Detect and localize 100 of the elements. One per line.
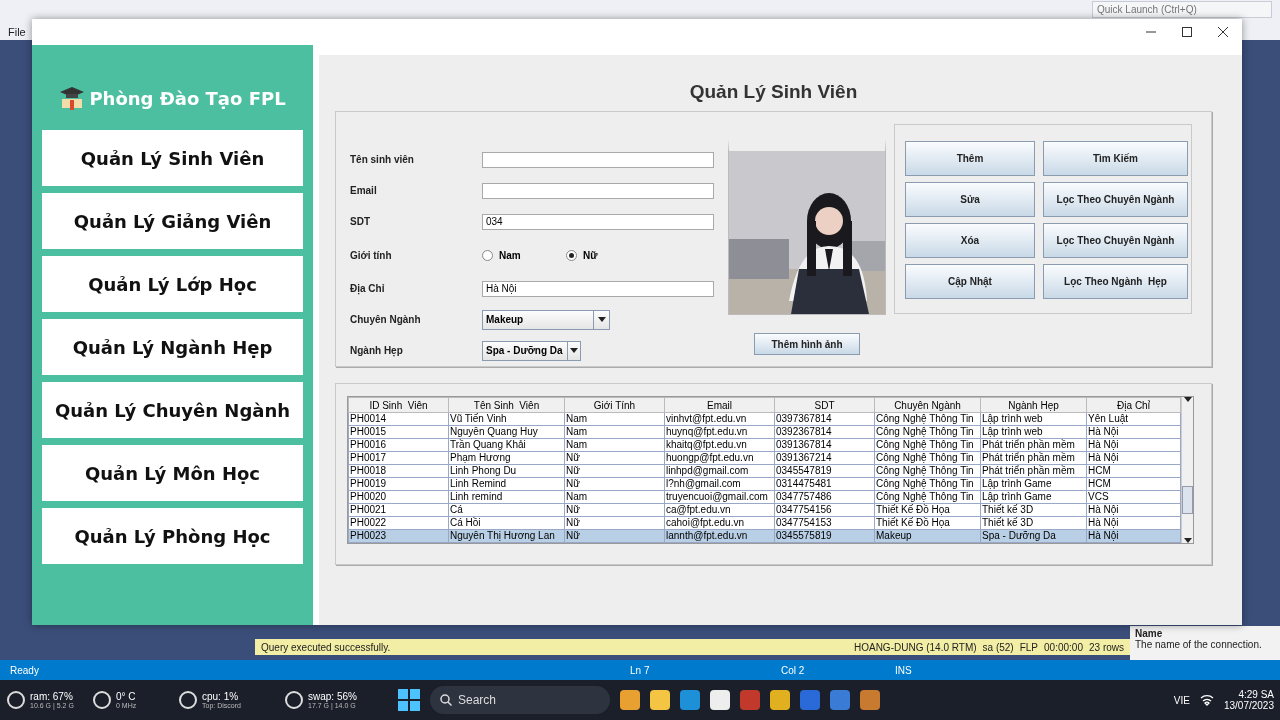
action-button[interactable]: Xóa xyxy=(905,223,1035,258)
action-button[interactable]: Sửa xyxy=(905,182,1035,217)
table-cell: Hà Nội xyxy=(1088,452,1119,463)
action-button[interactable]: Lọc Theo Ngành Hẹp xyxy=(1043,264,1188,299)
action-button[interactable]: Lọc Theo Chuyên Ngành xyxy=(1043,182,1188,217)
table-cell: huynq@fpt.edu.vn xyxy=(666,426,748,437)
table-cell: Phát triển phần mềm xyxy=(982,452,1075,463)
table-cell: Lập trình Game xyxy=(982,491,1052,502)
app-icon[interactable] xyxy=(830,690,850,710)
table-cell: Phát triển phần mềm xyxy=(982,465,1075,476)
sidebar-title: Phòng Đào Tạo FPL xyxy=(89,87,286,109)
connection-info: 00:00:00 xyxy=(1044,641,1083,653)
table-cell: Lập trình Game xyxy=(982,478,1052,489)
table-cell: Cá xyxy=(450,504,463,515)
table-cell: Nữ xyxy=(566,452,580,463)
table-cell: Công Nghệ Thông Tin xyxy=(876,491,974,502)
action-button[interactable]: Thêm xyxy=(905,141,1035,176)
app-icon[interactable] xyxy=(800,690,820,710)
table-cell: 0347757486 xyxy=(776,491,832,502)
sidebar-item[interactable]: Quản Lý Ngành Hẹp xyxy=(42,319,303,375)
table-cell: Công Nghệ Thông Tin xyxy=(876,465,974,476)
column-header[interactable]: Giới Tính xyxy=(564,397,665,413)
radio-option[interactable]: Nữ xyxy=(566,249,650,261)
table-cell: Nguyễn Thị Hương Lan xyxy=(450,530,555,541)
sidebar-item[interactable]: Quản Lý Lớp Học xyxy=(42,256,303,312)
table-cell: Công Nghệ Thông Tin xyxy=(876,439,974,450)
scrollbar[interactable] xyxy=(1181,397,1193,543)
table-cell: PH0019 xyxy=(350,478,387,489)
column-header[interactable]: SDT xyxy=(774,397,875,413)
field-label: Tên sinh viên xyxy=(350,154,415,165)
clock-time[interactable]: 4:29 SA xyxy=(1238,689,1274,700)
dropdown[interactable]: Spa - Dưỡng Da xyxy=(482,340,581,361)
help-title: Name xyxy=(1135,628,1164,639)
action-button[interactable]: Tìm Kiếm xyxy=(1043,141,1188,176)
connection-info: HOANG-DUNG (14.0 RTM) xyxy=(853,641,977,653)
action-button[interactable]: Lọc Theo Chuyên Ngành xyxy=(1043,223,1188,258)
widget-label: ram: 67% xyxy=(30,691,74,702)
search-icon xyxy=(440,694,452,706)
text-field[interactable]: 034 xyxy=(482,213,714,230)
text-field[interactable] xyxy=(482,151,714,168)
table-cell: 0391367814 xyxy=(776,439,832,450)
table-cell: 0347754153 xyxy=(776,517,832,528)
caret-icon xyxy=(1183,397,1192,402)
column-header[interactable]: Địa Chỉ xyxy=(1086,397,1181,413)
menu-item[interactable]: File xyxy=(8,26,26,38)
column-header[interactable]: Ngành Hẹp xyxy=(980,397,1087,413)
sidebar-item[interactable]: Quản Lý Chuyên Ngành xyxy=(42,382,303,438)
table-cell: Thiết Kế Đồ Họa xyxy=(876,517,950,528)
table-cell: vinhvt@fpt.edu.vn xyxy=(666,413,747,424)
app-icon[interactable] xyxy=(860,690,880,710)
table-cell: Trần Quang Khải xyxy=(450,439,526,450)
app-icon[interactable] xyxy=(680,690,700,710)
table-cell: 0392367814 xyxy=(776,426,832,437)
sidebar-item[interactable]: Quản Lý Môn Học xyxy=(42,445,303,501)
table-cell: Makeup xyxy=(876,530,912,541)
column-header[interactable]: Chuyên Ngành xyxy=(874,397,981,413)
taskbar-search[interactable]: Search xyxy=(430,686,610,714)
language-indicator[interactable]: VIE xyxy=(1173,694,1190,706)
table-cell: Công Nghệ Thông Tin xyxy=(876,478,974,489)
app-icon[interactable] xyxy=(770,690,790,710)
wifi-icon[interactable] xyxy=(1199,694,1214,706)
table-cell: Thiết Kế Đồ Họa xyxy=(876,504,950,515)
column-header[interactable]: Email xyxy=(664,397,775,413)
action-button[interactable]: Cập Nhật xyxy=(905,264,1035,299)
table-cell: Thiết kế 3D xyxy=(982,517,1034,528)
field-label: Email xyxy=(350,185,378,196)
clock-date[interactable]: 13/07/2023 xyxy=(1223,700,1274,711)
table-cell: Nữ xyxy=(566,504,580,515)
column-header[interactable]: Tên Sinh Viên xyxy=(448,397,565,413)
table-cell: PH0020 xyxy=(350,491,387,502)
radio-option[interactable]: Nam xyxy=(482,249,566,261)
table-cell: Linh Remind xyxy=(450,478,507,489)
table-cell: lannth@fpt.edu.vn xyxy=(666,530,748,541)
table-cell: HCM xyxy=(1088,478,1111,489)
text-field[interactable]: Hà Nội xyxy=(482,280,714,297)
column-header[interactable]: ID Sinh Viên xyxy=(348,397,449,413)
gauge-icon xyxy=(6,690,26,710)
app-icon[interactable] xyxy=(740,690,760,710)
field-label: Địa Chỉ xyxy=(350,283,386,294)
connection-info: 23 rows xyxy=(1089,641,1124,653)
app-icon[interactable] xyxy=(620,690,640,710)
table-cell: Hà Nội xyxy=(1088,439,1119,450)
quick-launch-field[interactable]: Quick Launch (Ctrl+Q) xyxy=(1092,1,1272,18)
scroll-thumb[interactable] xyxy=(1182,486,1193,514)
field-label: Giới tính xyxy=(350,249,393,261)
text-field[interactable] xyxy=(482,182,714,199)
sidebar-item[interactable]: Quản Lý Sinh Viên xyxy=(42,130,303,186)
sidebar-item[interactable]: Quản Lý Giảng Viên xyxy=(42,193,303,249)
app-icon[interactable] xyxy=(710,690,730,710)
maximize-icon[interactable] xyxy=(1182,27,1192,37)
table-cell: Thiết kế 3D xyxy=(982,504,1034,515)
dropdown[interactable]: Makeup xyxy=(482,309,610,330)
add-image-button[interactable]: Thêm hình ảnh xyxy=(754,333,860,355)
close-icon[interactable] xyxy=(1218,27,1228,37)
table-cell: Hà Nội xyxy=(1088,517,1119,528)
windows-start-icon[interactable] xyxy=(398,689,420,711)
table-cell: PH0023 xyxy=(350,530,387,541)
app-icon[interactable] xyxy=(650,690,670,710)
sidebar-item[interactable]: Quản Lý Phòng Học xyxy=(42,508,303,564)
table-cell: PH0015 xyxy=(350,426,387,437)
